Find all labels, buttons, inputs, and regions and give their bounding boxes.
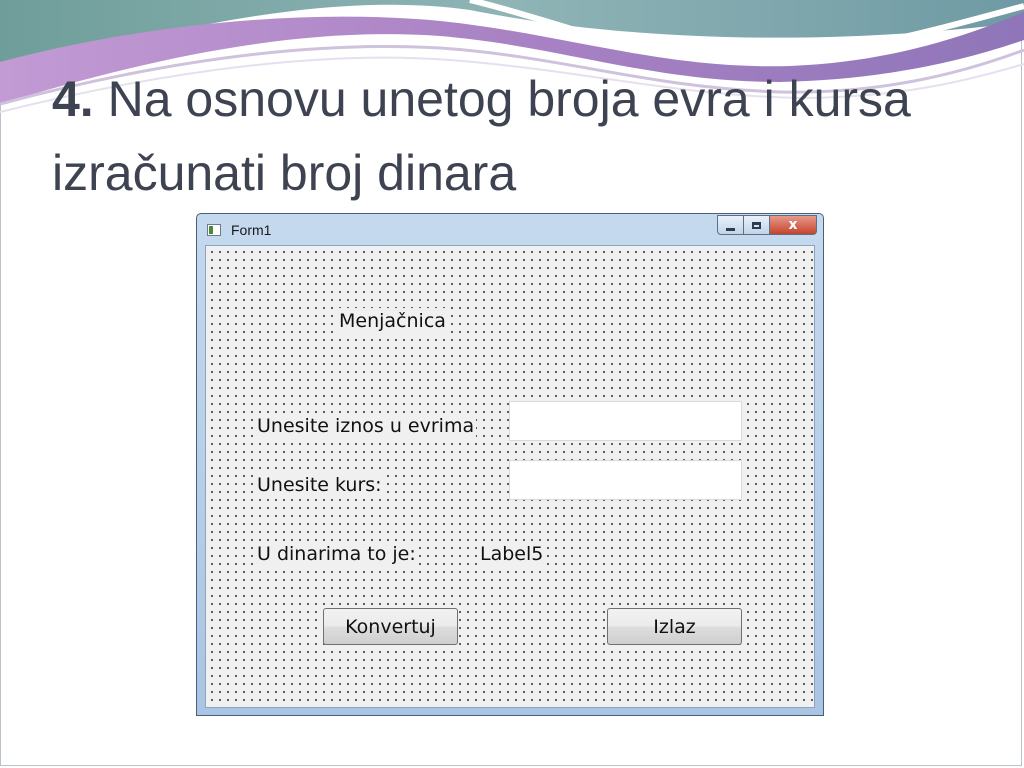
slide-title-text: Na osnovu unetog broja evra i kursa izra… <box>52 71 911 201</box>
window-titlebar[interactable]: Form1 x <box>197 214 823 244</box>
maximize-icon <box>752 221 761 229</box>
window-controls: x <box>717 215 817 235</box>
exit-button[interactable]: Izlaz <box>607 608 742 645</box>
form-designer-surface: Menjačnica Unesite iznos u evrima Unesit… <box>205 245 815 708</box>
close-icon: x <box>788 217 798 233</box>
maximize-button[interactable] <box>743 215 769 235</box>
slide-title: 4. Na osnovu unetog broja evra i kursa i… <box>52 62 972 210</box>
convert-button[interactable]: Konvertuj <box>323 608 458 645</box>
close-button[interactable]: x <box>769 215 817 235</box>
result-caption-label: U dinarima to je: <box>255 541 418 567</box>
form-window: Form1 x Menjačnica Unesite iznos u evrim… <box>196 213 824 716</box>
slide-title-number: 4. <box>52 71 94 127</box>
euro-amount-label: Unesite iznos u evrima <box>255 413 477 439</box>
minimize-button[interactable] <box>717 215 743 235</box>
exchange-rate-label: Unesite kurs: <box>255 472 384 498</box>
result-value-label: Label5 <box>478 541 546 567</box>
exchange-rate-input[interactable] <box>509 460 742 500</box>
euro-amount-input[interactable] <box>509 401 742 441</box>
minimize-icon <box>726 227 735 231</box>
heading-label: Menjačnica <box>337 308 448 334</box>
window-title: Form1 <box>231 222 272 238</box>
form-icon <box>207 224 221 236</box>
